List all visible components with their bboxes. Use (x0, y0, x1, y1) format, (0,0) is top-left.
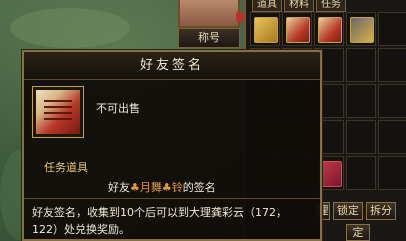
inventory-slot[interactable] (282, 12, 312, 46)
tooltip-item-icon-frame (32, 86, 84, 138)
signature-scroll-icon (36, 90, 80, 134)
red-scroll-icon (286, 17, 310, 43)
signature-prefix: 好友 (108, 181, 130, 194)
signature-line: 好友♣月舞♣铃的签名 (108, 179, 216, 195)
inventory-slot[interactable] (378, 84, 406, 118)
inventory-slot[interactable] (346, 12, 376, 46)
inventory-slot[interactable] (346, 48, 376, 82)
inventory-buttons: 理 锁定 拆分 (316, 202, 396, 220)
lock-button[interactable]: 锁定 (333, 202, 363, 220)
foliage-decoration (10, 8, 130, 48)
inventory-slot[interactable] (378, 156, 406, 190)
no-sell-label: 不可出售 (96, 102, 140, 115)
gold-token-icon (254, 17, 278, 43)
item-type-label: 任务道具 (44, 161, 88, 174)
inventory-slot[interactable] (314, 12, 344, 46)
item-tooltip: 好友签名 不可出售 任务道具 好友♣月舞♣铃的签名 好友签名，收集到10个后可以… (22, 50, 322, 241)
tab-quest[interactable]: 任务 (316, 0, 346, 12)
inventory-slot[interactable] (378, 12, 406, 46)
inventory-slot[interactable] (346, 156, 376, 190)
tab-materials[interactable]: 材料 (284, 0, 314, 12)
item-description: 好友签名，收集到10个后可以到大理龚彩云（172，122）处兑换奖励。 (24, 198, 320, 239)
inventory-slot[interactable] (250, 12, 280, 46)
split-button[interactable]: 拆分 (366, 202, 396, 220)
inventory-slot[interactable] (378, 120, 406, 154)
inventory-slot[interactable] (346, 120, 376, 154)
lock-small-button[interactable]: 定 (346, 224, 370, 241)
portrait-close-icon[interactable] (236, 12, 244, 22)
tooltip-title: 好友签名 (24, 52, 320, 80)
inventory-slot[interactable] (378, 48, 406, 82)
character-portrait[interactable] (178, 0, 240, 28)
tab-items[interactable]: 道具 (252, 0, 282, 12)
inventory-slot[interactable] (346, 84, 376, 118)
signature-suffix: 的签名 (182, 181, 216, 194)
signature-player-name: ♣月舞♣铃 (130, 181, 183, 194)
gold-hammer-icon (350, 17, 374, 43)
inventory-tabs: 道具 材料 任务 (252, 0, 346, 12)
red-scroll-icon (318, 17, 342, 43)
title-button[interactable]: 称号 (178, 28, 240, 48)
